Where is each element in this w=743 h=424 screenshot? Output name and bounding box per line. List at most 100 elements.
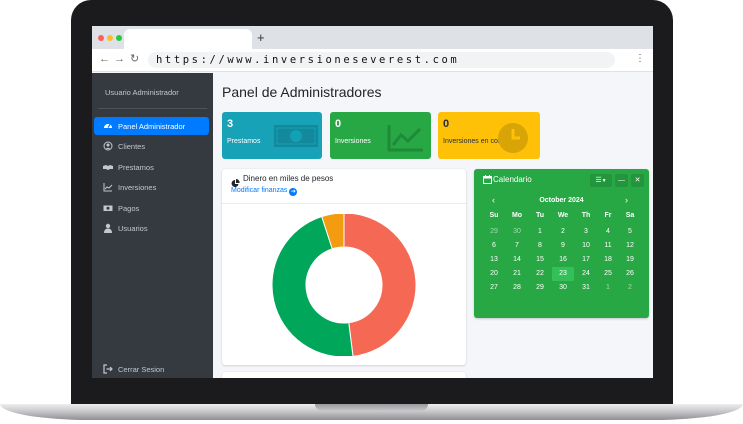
- modify-finances-link[interactable]: Modificar finanzas ➜: [231, 187, 298, 196]
- sidebar-item-label: Clientes: [118, 142, 146, 151]
- chart-line-icon: [103, 182, 113, 192]
- sidebar-item-pagos[interactable]: Pagos: [94, 199, 209, 217]
- calendar-day[interactable]: 13: [483, 253, 505, 267]
- calendar-day[interactable]: 16: [552, 253, 574, 267]
- calendar-week-row: 27 28 29 30 31 1 2: [483, 281, 641, 295]
- sidebar: Usuario Administrador Panel Administrado…: [92, 73, 213, 378]
- calendar-day[interactable]: 7: [506, 239, 528, 253]
- next-month-button[interactable]: ›: [625, 195, 628, 205]
- address-bar[interactable]: https://www.inversioneseverest.com: [148, 52, 615, 68]
- stat-label: Inversiones: [335, 138, 371, 145]
- stat-label: Prestamos: [227, 138, 261, 145]
- stat-box-inversiones[interactable]: 0 Inversiones: [330, 112, 431, 159]
- calendar-week-row: 20 21 22 23 24 25 26: [483, 267, 641, 281]
- new-tab-button[interactable]: +: [257, 31, 265, 44]
- maximize-window-dot[interactable]: [116, 35, 122, 41]
- minimize-window-dot[interactable]: [107, 35, 113, 41]
- user-circle-icon: [103, 141, 113, 151]
- collapse-button[interactable]: —: [615, 174, 628, 187]
- laptop-notch: [315, 404, 428, 411]
- calendar-week-row: 29 30 1 2 3 4 5: [483, 225, 641, 239]
- calendar-day[interactable]: 2: [552, 225, 574, 239]
- screen: + ← → ↻ https://www.inversioneseverest.c…: [92, 26, 653, 378]
- donut-chart: [271, 214, 417, 356]
- stat-box-prestamos[interactable]: 3 Prestamos: [222, 112, 322, 159]
- calendar-card: Calendario ☰▼ — ✕ ‹ October 2024 › Su Mo T…: [474, 169, 649, 318]
- arrow-left-icon[interactable]: ←: [99, 53, 110, 65]
- browser-tab-bar: +: [92, 26, 653, 49]
- calendar-day[interactable]: 30: [506, 225, 528, 239]
- calendar-day[interactable]: 29: [483, 225, 505, 239]
- arrow-right-icon[interactable]: →: [114, 53, 125, 65]
- calendar-day[interactable]: 30: [552, 281, 574, 295]
- calendar-day[interactable]: 15: [529, 253, 551, 267]
- calendar-day[interactable]: 1: [597, 281, 619, 295]
- calendar-day[interactable]: 9: [552, 239, 574, 253]
- sidebar-item-label: Inversiones: [118, 183, 157, 192]
- calendar-day[interactable]: 23: [552, 267, 574, 281]
- calendar-day[interactable]: 5: [619, 225, 641, 239]
- calendar-day[interactable]: 1: [529, 225, 551, 239]
- logout-label: Cerrar Sesion: [118, 365, 165, 374]
- arrow-circle-right-icon: ➜: [289, 188, 298, 196]
- calendar-title: Calendario: [493, 175, 532, 184]
- calendar-icon: [483, 175, 492, 184]
- calendar-day[interactable]: 3: [575, 225, 597, 239]
- calendar-day[interactable]: 22: [529, 267, 551, 281]
- calendar-day[interactable]: 12: [619, 239, 641, 253]
- calendar-day[interactable]: 19: [619, 253, 641, 267]
- calendar-month: October 2024: [539, 197, 584, 204]
- calendar-day[interactable]: 25: [597, 267, 619, 281]
- brand-text: Usuario Administrador: [105, 88, 179, 97]
- calendar-day[interactable]: 8: [529, 239, 551, 253]
- calendar-day[interactable]: 27: [483, 281, 505, 295]
- calendar-weekday: Fr: [604, 212, 612, 219]
- sidebar-item-clientes[interactable]: Clientes: [94, 137, 209, 155]
- sidebar-item-label: Prestamos: [118, 163, 154, 172]
- calendar-week-row: 6 7 8 9 10 11 12: [483, 239, 641, 253]
- user-icon: [103, 223, 113, 233]
- money-bill-icon: [103, 203, 113, 213]
- sign-out-icon: [103, 364, 113, 374]
- chevron-right-icon: ›: [625, 195, 628, 205]
- laptop-mockup: + ← → ↻ https://www.inversioneseverest.c…: [0, 0, 743, 424]
- sidebar-item-inversiones[interactable]: Inversiones: [94, 178, 209, 196]
- url-text: https://www.inversioneseverest.com: [156, 54, 460, 66]
- logout-button[interactable]: Cerrar Sesion: [94, 360, 209, 378]
- close-button[interactable]: ✕: [631, 174, 644, 187]
- money-bill-icon: [274, 123, 318, 154]
- browser-tab[interactable]: [124, 29, 252, 49]
- calendar-day[interactable]: 29: [529, 281, 551, 295]
- stat-value: 0: [443, 118, 450, 130]
- calendar-day[interactable]: 18: [597, 253, 619, 267]
- calendar-day[interactable]: 6: [483, 239, 505, 253]
- calendar-day[interactable]: 17: [575, 253, 597, 267]
- clock-icon: [497, 122, 529, 159]
- calendar-day[interactable]: 2: [619, 281, 641, 295]
- sidebar-item-panel-administrador[interactable]: Panel Administrador: [94, 117, 209, 135]
- calendar-day[interactable]: 4: [597, 225, 619, 239]
- kebab-menu-icon[interactable]: ⋮: [635, 54, 645, 64]
- calendar-day[interactable]: 24: [575, 267, 597, 281]
- calendar-day[interactable]: 28: [506, 281, 528, 295]
- close-window-dot[interactable]: [98, 35, 104, 41]
- calendar-menu-button[interactable]: ☰▼: [590, 174, 612, 187]
- stat-box-inversiones-en-cola[interactable]: 0 Inversiones en cola: [438, 112, 540, 159]
- sidebar-divider: [98, 108, 207, 109]
- calendar-day[interactable]: 20: [483, 267, 505, 281]
- calendar-day[interactable]: 26: [619, 267, 641, 281]
- calendar-weekday: Tu: [535, 212, 545, 219]
- page-title: Panel de Administradores: [222, 84, 382, 100]
- calendar-day[interactable]: 11: [597, 239, 619, 253]
- sidebar-item-usuarios[interactable]: Usuarios: [94, 219, 209, 237]
- reload-icon[interactable]: ↻: [130, 53, 139, 65]
- stat-value: 3: [227, 118, 234, 130]
- calendar-day[interactable]: 14: [506, 253, 528, 267]
- sidebar-item-label: Usuarios: [118, 224, 148, 233]
- sidebar-item-prestamos[interactable]: Prestamos: [94, 158, 209, 176]
- secondary-card: [222, 372, 466, 378]
- calendar-day[interactable]: 31: [575, 281, 597, 295]
- calendar-day[interactable]: 10: [575, 239, 597, 253]
- donut-slice-0[interactable]: [343, 214, 417, 356]
- calendar-day[interactable]: 21: [506, 267, 528, 281]
